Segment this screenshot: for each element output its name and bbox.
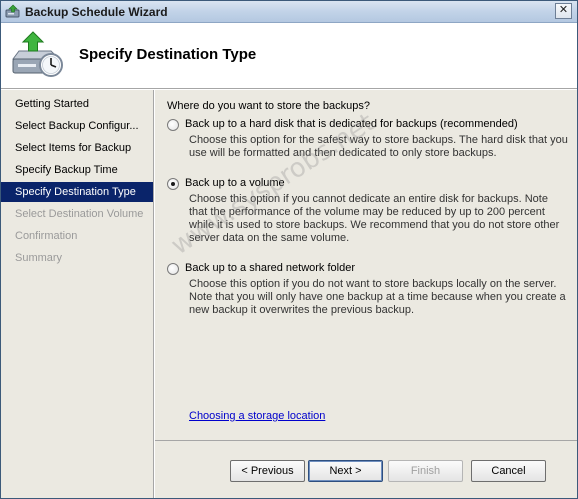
nav-step-getting-started[interactable]: Getting Started [1,94,153,114]
page-title: Specify Destination Type [79,46,257,63]
wizard-footer: < Previous Next > Finish Cancel [155,440,577,498]
dedicated-disk-radio[interactable] [167,119,179,131]
wizard-header: Specify Destination Type [1,23,577,89]
question-label: Where do you want to store the backups? [167,100,371,112]
nav-step-backup-time[interactable]: Specify Backup Time [1,160,153,180]
next-button[interactable]: Next > [308,460,383,482]
nav-step-select-backup-configuration[interactable]: Select Backup Configur... [1,116,153,136]
volume-radio[interactable] [167,178,179,190]
close-icon: ✕ [558,4,569,16]
close-button[interactable]: ✕ [555,3,572,19]
wizard-window: Backup Schedule Wizard ✕ Specify Destina… [0,0,578,499]
title-bar[interactable]: Backup Schedule Wizard ✕ [1,1,577,23]
window-title: Backup Schedule Wizard [25,5,168,19]
dedicated-disk-label[interactable]: Back up to a hard disk that is dedicated… [185,118,518,130]
nav-step-summary: Summary [15,252,63,264]
nav-step-destination-volume: Select Destination Volume [15,208,144,220]
nav-step-destination-type[interactable]: Specify Destination Type [1,182,153,202]
wizard-steps-sidebar: Getting Started Select Backup Configur..… [1,90,154,498]
previous-button[interactable]: < Previous [230,460,305,482]
destination-type-panel: Where do you want to store the backups? … [155,90,577,440]
finish-button: Finish [388,460,463,482]
network-folder-label[interactable]: Back up to a shared network folder [185,262,355,274]
cancel-button[interactable]: Cancel [471,460,546,482]
network-folder-radio[interactable] [167,263,179,275]
storage-location-help-link[interactable]: Choosing a storage location [189,410,325,422]
network-folder-description: Choose this option if you do not want to… [189,278,566,316]
nav-step-confirmation: Confirmation [15,230,78,242]
volume-label[interactable]: Back up to a volume [185,177,285,189]
dedicated-disk-description: Choose this option for the safest way to… [189,134,568,159]
nav-step-select-items[interactable]: Select Items for Backup [1,138,153,158]
server-backup-icon [5,4,20,18]
volume-description: Choose this option if you cannot dedicat… [189,193,560,244]
backup-schedule-clock-icon [12,31,63,77]
